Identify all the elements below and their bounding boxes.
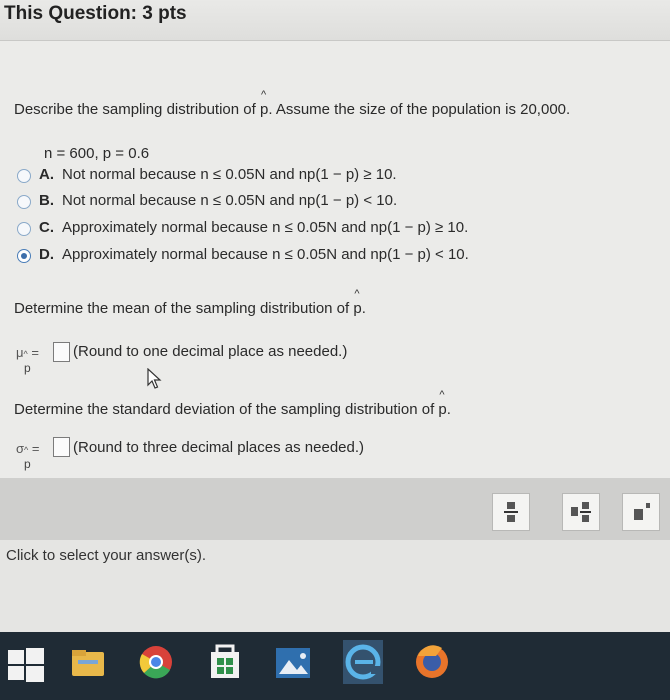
question-content: Describe the sampling distribution of p.… [0,41,670,478]
prompt-suffix: . Assume the size of the population is 2… [268,101,571,118]
option-b-letter: B. [39,192,54,209]
mouse-cursor-icon [147,368,162,389]
option-c-letter: C. [39,219,54,236]
mean-prompt-end: . [361,300,366,317]
photos-icon[interactable] [273,640,313,684]
mean-round-hint: (Round to one decimal place as needed.) [73,343,348,360]
store-icon[interactable] [205,640,245,684]
mu-subscript-p: p [24,361,31,375]
edge-icon[interactable] [343,640,383,684]
option-c-text: Approximately normal because n ≤ 0.05N a… [62,219,469,236]
firefox-icon[interactable] [412,640,452,684]
mean-answer-box[interactable] [53,342,70,362]
option-b-text: Not normal because n ≤ 0.05N and np(1 − … [62,192,398,209]
option-a-letter: A. [39,166,54,183]
fraction-icon [504,502,518,522]
option-d-text: Approximately normal because n ≤ 0.05N a… [62,246,469,263]
status-bar: Click to select your answer(s). [0,540,670,632]
mean-p-hat-symbol: p [353,288,361,317]
p-hat-symbol: p [260,89,268,118]
status-text: Click to select your answer(s). [6,547,207,564]
radio-option-d[interactable] [17,249,31,263]
mean-prompt: Determine the mean of the sampling distr… [14,288,366,317]
radio-option-c[interactable] [17,222,31,236]
radio-option-b[interactable] [17,195,31,209]
prompt-prefix: Describe the sampling distribution of [14,101,256,118]
sd-prompt: Determine the standard deviation of the … [14,389,451,418]
sd-round-hint: (Round to three decimal places as needed… [73,439,365,456]
question-prompt: Describe the sampling distribution of p.… [14,89,571,118]
sigma-equals: = [31,441,40,456]
sd-prompt-text: Determine the standard deviation of the … [14,401,435,418]
mu-glyph: μ [16,345,24,360]
windows-taskbar [0,632,670,700]
given-values: n = 600, p = 0.6 [44,145,150,162]
fraction-button[interactable] [492,493,530,531]
windows-start-icon[interactable] [6,640,46,684]
math-toolbar [0,478,670,540]
sd-p-hat-symbol: p [438,389,446,418]
question-points-title: This Question: 3 pts [4,3,187,24]
mixed-number-button[interactable] [562,493,600,531]
exponent-icon [634,503,650,520]
option-d-letter: D. [39,246,54,263]
chrome-icon[interactable] [136,640,176,684]
sd-prompt-end: . [446,401,451,418]
exponent-button[interactable] [622,493,660,531]
option-a-text: Not normal because n ≤ 0.05N and np(1 − … [62,166,397,183]
question-header: This Question: 3 pts [0,0,670,41]
mean-prompt-text: Determine the mean of the sampling distr… [14,300,350,317]
file-explorer-icon[interactable] [68,640,108,684]
sigma-symbol: σ^ = [16,441,40,456]
mixed-number-icon [571,502,591,522]
mu-equals: = [31,345,39,360]
sigma-subscript-p: p [24,457,31,471]
sigma-glyph: σ [16,441,25,456]
sd-answer-box[interactable] [53,437,70,457]
radio-option-a[interactable] [17,169,31,183]
mu-symbol: μ^ = [16,345,39,360]
